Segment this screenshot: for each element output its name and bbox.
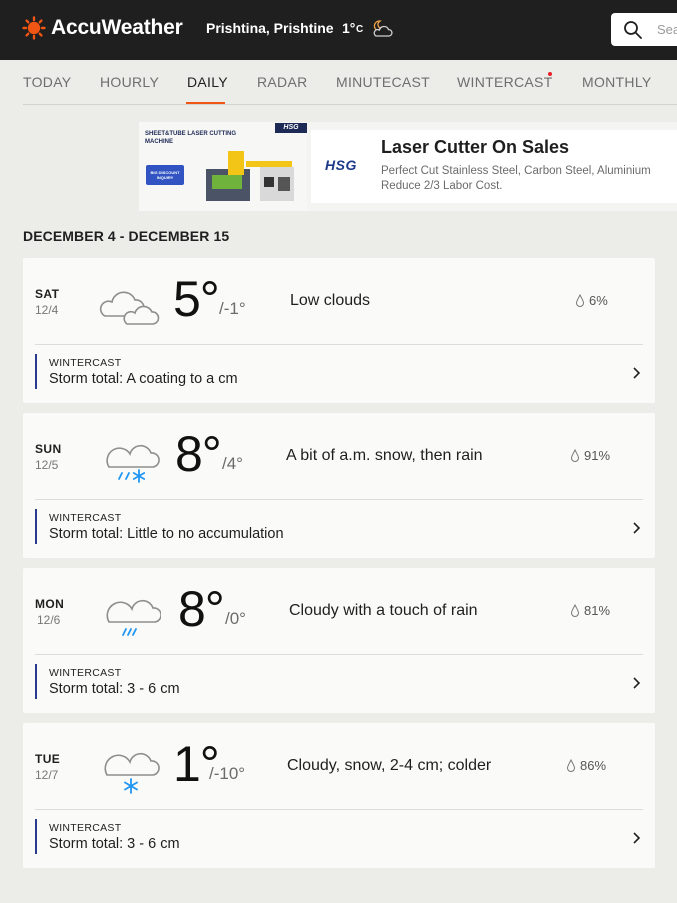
- nav-divider: [23, 104, 677, 105]
- chevron-right-icon[interactable]: [631, 521, 641, 535]
- brand-name: AccuWeather: [51, 16, 183, 39]
- ad-image[interactable]: SHEET&TUBE LASER CUTTING MACHINE HSG BIG…: [139, 122, 307, 211]
- day-of-week: SAT: [35, 287, 60, 301]
- low-temperature: /4°: [222, 454, 243, 473]
- precip-value: 91%: [584, 448, 611, 463]
- ad-text-panel[interactable]: HSG Laser Cutter On Sales Perfect Cut St…: [311, 130, 677, 203]
- cloudy-icon: [99, 291, 160, 325]
- card-divider: [35, 499, 643, 500]
- tab-daily[interactable]: DAILY: [187, 74, 228, 90]
- tab-hourly[interactable]: HOURLY: [100, 74, 159, 90]
- raindrop-icon: [575, 294, 585, 307]
- precipitation-probability: 81%: [570, 603, 610, 618]
- low-temperature: /0°: [225, 609, 246, 628]
- forecast-nav: TODAY HOURLY DAILY RADAR MINUTECAST WINT…: [0, 60, 677, 105]
- partly-cloudy-night-icon: [373, 20, 393, 37]
- raindrop-icon: [570, 604, 580, 617]
- date-range-title: DECEMBER 4 - DECEMBER 15: [23, 228, 230, 244]
- wintercast-label: WINTERCAST: [49, 512, 122, 524]
- temperature-unit: C: [356, 24, 364, 35]
- tab-monthly[interactable]: MONTHLY: [582, 74, 652, 90]
- ad-title[interactable]: Laser Cutter On Sales: [381, 137, 569, 158]
- location-name[interactable]: Prishtina, Prishtine: [206, 20, 334, 36]
- precip-value: 6%: [589, 293, 608, 308]
- wintercast-storm-total: Storm total: A coating to a cm: [49, 371, 238, 387]
- wintercast-accent-bar: [35, 354, 37, 389]
- day-date: 12/5: [35, 458, 59, 472]
- ad-description-line1: Perfect Cut Stainless Steel, Carbon Stee…: [381, 165, 651, 177]
- tab-wintercast[interactable]: WINTERCAST: [457, 74, 553, 90]
- accuweather-logo[interactable]: AccuWeather: [22, 16, 183, 40]
- daily-forecast-card[interactable]: MON 12/6 8° /0° Cloudy with a touch of r…: [23, 568, 655, 713]
- search-input[interactable]: Sea: [611, 13, 677, 46]
- wintercast-storm-total: Storm total: 3 - 6 cm: [49, 681, 180, 697]
- wintercast-label: WINTERCAST: [49, 667, 122, 679]
- notification-dot: [548, 72, 552, 76]
- weather-phrase: Cloudy with a touch of rain: [289, 602, 478, 619]
- day-of-week: SUN: [35, 442, 62, 456]
- precip-value: 81%: [584, 603, 611, 618]
- card-divider: [35, 344, 643, 345]
- day-of-week: MON: [35, 597, 65, 611]
- wintercast-accent-bar: [35, 819, 37, 854]
- tab-radar[interactable]: RADAR: [257, 74, 308, 90]
- ad-image-badge: HSG: [275, 123, 307, 133]
- ad-description-line2: Reduce 2/3 Labor Cost.: [381, 180, 503, 192]
- precip-value: 86%: [580, 758, 607, 773]
- chevron-right-icon[interactable]: [631, 366, 641, 380]
- card-divider: [35, 654, 643, 655]
- ad-image-sale-badge: BIG DISCOUNT INQUIRY: [146, 165, 184, 185]
- wintercast-accent-bar: [35, 509, 37, 544]
- high-temperature: 8°: [178, 581, 225, 637]
- top-bar: AccuWeather Prishtina, Prishtine 1° C Se…: [0, 0, 677, 60]
- raindrop-icon: [566, 759, 576, 772]
- wintercast-label: WINTERCAST: [49, 357, 122, 369]
- tab-minutecast[interactable]: MINUTECAST: [336, 74, 430, 90]
- precipitation-probability: 86%: [566, 758, 606, 773]
- chevron-right-icon[interactable]: [631, 831, 641, 845]
- snow-icon: [104, 752, 160, 794]
- high-temperature: 8°: [175, 426, 222, 482]
- day-of-week: TUE: [35, 752, 61, 766]
- rain-icon: [106, 599, 161, 636]
- advertisement[interactable]: SHEET&TUBE LASER CUTTING MACHINE HSG BIG…: [139, 122, 677, 211]
- rain-and-snow-icon: [106, 444, 160, 483]
- ad-brand-logo: HSG: [325, 157, 357, 173]
- laser-machine-illustration: [206, 151, 294, 201]
- current-temperature: 1°: [342, 20, 356, 36]
- search-placeholder: Sea: [657, 22, 677, 37]
- low-temperature: /-10°: [209, 764, 246, 783]
- daily-forecast-card[interactable]: TUE 12/7 1° /-10° Cloudy, snow, 2-4 cm; …: [23, 723, 655, 868]
- daily-forecast-card[interactable]: SUN 12/5 8° /4° A bit of a.m. snow, then…: [23, 413, 655, 558]
- weather-phrase: Low clouds: [290, 292, 371, 309]
- wintercast-storm-total: Storm total: 3 - 6 cm: [49, 836, 180, 852]
- precipitation-probability: 6%: [575, 293, 608, 308]
- wintercast-storm-total: Storm total: Little to no accumulation: [49, 526, 284, 542]
- tab-today[interactable]: TODAY: [23, 74, 71, 90]
- wintercast-accent-bar: [35, 664, 37, 699]
- ad-image-caption: SHEET&TUBE LASER CUTTING MACHINE: [145, 131, 237, 145]
- daily-forecast-card[interactable]: SAT 12/4 5° /-1° Low clouds 6% WINTERCAS…: [23, 258, 655, 403]
- weather-phrase: A bit of a.m. snow, then rain: [286, 447, 483, 464]
- precipitation-probability: 91%: [570, 448, 610, 463]
- sun-logo-icon: [22, 16, 46, 40]
- search-icon: [624, 21, 642, 39]
- low-temperature: /-1°: [219, 299, 246, 318]
- wintercast-label: WINTERCAST: [49, 822, 122, 834]
- day-date: 12/6: [37, 613, 61, 627]
- chevron-right-icon[interactable]: [631, 676, 641, 690]
- card-divider: [35, 809, 643, 810]
- day-date: 12/4: [35, 303, 59, 317]
- high-temperature: 5°: [173, 271, 220, 327]
- ad-description: Perfect Cut Stainless Steel, Carbon Stee…: [381, 164, 651, 194]
- day-date: 12/7: [35, 768, 59, 782]
- raindrop-icon: [570, 449, 580, 462]
- weather-phrase: Cloudy, snow, 2-4 cm; colder: [287, 757, 492, 774]
